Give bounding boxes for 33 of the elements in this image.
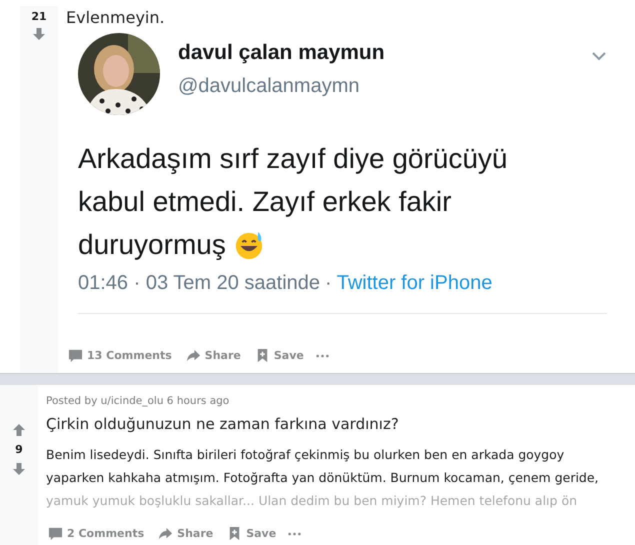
share-arrow-icon xyxy=(158,526,174,541)
downvote-icon[interactable] xyxy=(12,462,26,476)
sweat-smile-emoji-icon xyxy=(234,230,264,260)
tweet-text-line: duruyormuş xyxy=(78,228,226,262)
comments-button[interactable]: 13 Comments xyxy=(66,346,174,365)
comment-icon xyxy=(48,526,63,541)
post-title[interactable]: Çirkin olduğunuzun ne zaman farkına vardınız? xyxy=(38,407,635,433)
save-button[interactable]: Save xyxy=(225,524,278,543)
post-body-line: Benim lisedeydi. Sınıfta birileri fotoğraf çekinmiş bu olurken ben en arkada goygoy xyxy=(46,446,566,464)
tweet-author-handle[interactable]: @davulcalanmaymn xyxy=(178,75,591,98)
chevron-down-icon[interactable] xyxy=(591,51,607,61)
share-button[interactable]: Share xyxy=(156,524,216,543)
upvote-icon[interactable] xyxy=(12,423,26,437)
comment-icon xyxy=(68,348,83,363)
post-body-line: yamuk yumuk boşluklu sakallar... Ulan dedim bu ben miyim? Hemen telefonu alıp ön xyxy=(46,492,578,510)
comments-button[interactable]: 2 Comments xyxy=(46,524,146,543)
more-options-icon[interactable] xyxy=(316,354,329,358)
post-byline: Posted by u/icinde_olu 6 hours ago xyxy=(45,394,230,407)
tweet-author-name[interactable]: davul çalan maymun xyxy=(178,41,591,65)
vote-score: 21 xyxy=(31,10,47,23)
share-arrow-icon xyxy=(186,348,201,363)
more-options-icon[interactable] xyxy=(288,532,302,536)
post-title[interactable]: Evlenmeyin. xyxy=(58,6,621,27)
tweet-source-link[interactable]: Twitter for iPhone xyxy=(336,272,492,295)
tweet-text-line: Arkadaşım sırf zayıf diye görücüyü xyxy=(78,142,508,176)
separator-dot: · xyxy=(325,272,332,295)
vote-score: 9 xyxy=(15,443,23,456)
tweet-text-line: kabul etmedi. Zayıf erkek fakir xyxy=(78,185,452,219)
tweet-timestamp: 01:46 · 03 Tem 20 saatinde xyxy=(78,272,320,295)
share-button[interactable]: Share xyxy=(184,346,243,365)
save-button[interactable]: Save xyxy=(252,346,306,365)
downvote-icon[interactable] xyxy=(32,27,46,41)
post-body-line: yaparken kahkaha atmışım. Fotoğrafta yan dönüktüm. Burnum kocaman, çenem geride, xyxy=(46,469,600,487)
